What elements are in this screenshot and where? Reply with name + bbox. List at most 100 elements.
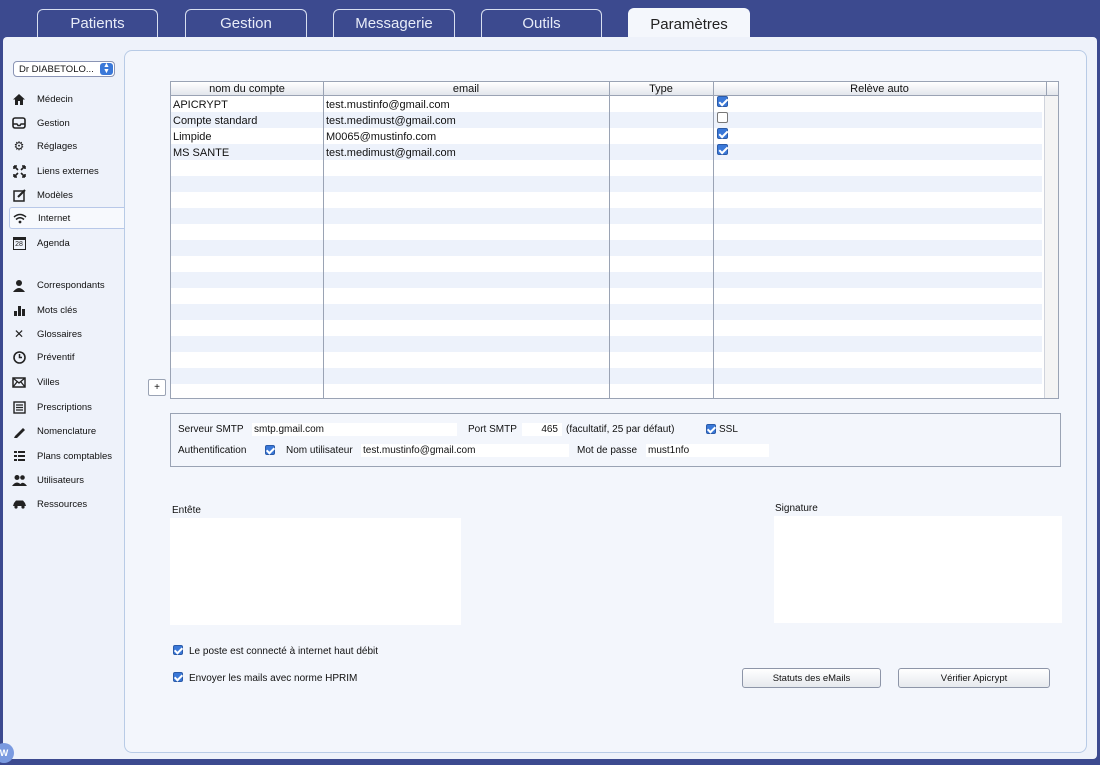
account-email: M0065@mustinfo.com [326, 131, 437, 143]
email-status-button[interactable]: Statuts des eMails [742, 668, 881, 688]
ssl-label: SSL [719, 424, 738, 435]
tab-outils[interactable]: Outils [481, 9, 602, 37]
gear-icon: ⚙ [13, 139, 25, 153]
column-header-email[interactable]: email [323, 82, 609, 96]
empty-row [171, 224, 1042, 240]
empty-row [171, 256, 1042, 272]
table-row[interactable] [171, 128, 1042, 144]
column-divider [713, 82, 714, 398]
entete-label: Entête [172, 505, 201, 516]
auto-checkbox[interactable] [717, 128, 728, 139]
app-badge-icon[interactable]: W [0, 743, 14, 763]
car-icon [11, 496, 27, 512]
users-icon [11, 472, 27, 488]
column-header-releve-auto[interactable]: Relève auto [713, 82, 1046, 96]
person-icon [11, 277, 27, 293]
auth-checkbox[interactable] [265, 445, 275, 455]
password-field[interactable]: must1nfo [646, 444, 769, 457]
auto-checkbox[interactable] [717, 112, 728, 123]
sidebar-item-glossaires[interactable]: ✕ Glossaires [11, 323, 127, 345]
account-name: Limpide [173, 131, 212, 143]
sidebar-item-nomenclature[interactable]: Nomenclature [11, 420, 127, 442]
sidebar-item-villes[interactable]: Villes [11, 371, 127, 393]
sidebar-item-label: Modèles [37, 189, 73, 201]
smtp-settings-box: Serveur SMTP smtp.gmail.com Port SMTP 46… [170, 413, 1061, 467]
hprim-label: Envoyer les mails avec norme HPRIM [189, 673, 358, 684]
smtp-port-label: Port SMTP [468, 424, 517, 435]
empty-row [171, 192, 1042, 208]
tab-gestion[interactable]: Gestion [185, 9, 307, 37]
calendar-day: 28 [12, 236, 26, 250]
smtp-port-hint: (facultatif, 25 par défaut) [566, 424, 675, 435]
account-name: Compte standard [173, 115, 258, 127]
empty-row [171, 176, 1042, 192]
doctor-select[interactable]: Dr DIABETOLO... ▲ ▼ [13, 61, 115, 77]
sidebar-item-gestion[interactable]: Gestion [11, 112, 127, 134]
empty-row [171, 272, 1042, 288]
mail-icon [11, 374, 27, 390]
bar-chart-icon [11, 302, 27, 318]
account-name: MS SANTE [173, 147, 230, 159]
smtp-server-field[interactable]: smtp.gmail.com [252, 423, 457, 436]
sidebar-item-plans-comptables[interactable]: Plans comptables [11, 445, 127, 467]
empty-row [171, 368, 1042, 384]
empty-row [171, 160, 1042, 176]
tab-patients[interactable]: Patients [37, 9, 158, 37]
broadband-checkbox[interactable] [173, 645, 183, 655]
entete-textarea[interactable] [170, 518, 461, 625]
sidebar-item-liens-externes[interactable]: Liens externes [11, 160, 127, 182]
sidebar-item-utilisateurs[interactable]: Utilisateurs [11, 469, 127, 491]
tab-parametres[interactable]: Paramètres [628, 8, 750, 40]
sidebar-item-ressources[interactable]: Ressources [11, 493, 127, 515]
add-account-button[interactable]: + [148, 379, 166, 396]
table-scrollbar[interactable] [1044, 96, 1058, 398]
select-arrows-icon: ▲ ▼ [100, 62, 113, 75]
sidebar-item-label: Internet [38, 212, 71, 224]
sidebar-item-mots-cles[interactable]: Mots clés [11, 299, 127, 321]
empty-row [171, 304, 1042, 320]
sidebar-item-label: Glossaires [37, 328, 82, 340]
smtp-port-field[interactable]: 465 [522, 423, 562, 436]
main-tab-bar: Patients Gestion Messagerie Outils Param… [0, 0, 1100, 40]
sidebar-item-preventif[interactable]: Préventif [11, 346, 127, 368]
hprim-checkbox[interactable] [173, 672, 183, 682]
column-header-type[interactable]: Type [609, 82, 713, 96]
accounts-table: nom du compte email Type Relève auto API… [170, 81, 1059, 399]
sidebar-item-medecin[interactable]: Médecin [11, 88, 127, 110]
smtp-server-label: Serveur SMTP [178, 424, 244, 435]
signature-textarea[interactable] [774, 516, 1062, 623]
sidebar-item-label: Liens externes [37, 165, 99, 177]
sidebar-item-correspondants[interactable]: Correspondants [11, 274, 127, 296]
auto-checkbox[interactable] [717, 144, 728, 155]
tab-messagerie[interactable]: Messagerie [333, 9, 455, 37]
internet-settings-panel: nom du compte email Type Relève auto API… [124, 50, 1087, 753]
sidebar-item-label: Utilisateurs [37, 474, 84, 486]
sidebar-item-label: Villes [37, 376, 60, 388]
sidebar-item-prescriptions[interactable]: Prescriptions [11, 396, 127, 418]
verify-apicrypt-button[interactable]: Vérifier Apicrypt [898, 668, 1050, 688]
empty-row [171, 288, 1042, 304]
sidebar-item-internet[interactable]: Internet [9, 207, 127, 229]
clock-icon [11, 349, 27, 365]
empty-row [171, 208, 1042, 224]
username-label: Nom utilisateur [286, 445, 353, 456]
sidebar-item-modeles[interactable]: Modèles [11, 184, 127, 206]
sidebar-item-label: Plans comptables [37, 450, 112, 462]
app-frame: Dr DIABETOLO... ▲ ▼ Médecin Gestion ⚙ Régl… [3, 37, 1097, 759]
column-header-nom[interactable]: nom du compte [171, 82, 323, 96]
table-row[interactable] [171, 96, 1042, 112]
doctor-select-value: Dr DIABETOLO... [19, 63, 94, 75]
auth-label: Authentification [178, 445, 247, 456]
ssl-checkbox[interactable] [706, 424, 716, 434]
username-field[interactable]: test.mustinfo@gmail.com [361, 444, 569, 457]
tray-icon [11, 115, 27, 131]
column-divider [323, 82, 324, 398]
sidebar-item-reglages[interactable]: ⚙ Réglages [11, 135, 127, 157]
table-row[interactable] [171, 144, 1042, 160]
sidebar-item-label: Médecin [37, 93, 73, 105]
pen-icon [11, 423, 27, 439]
sidebar-item-agenda[interactable]: 28 Agenda [11, 232, 127, 254]
auto-checkbox[interactable] [717, 96, 728, 107]
table-row[interactable] [171, 112, 1042, 128]
account-email: test.medimust@gmail.com [326, 115, 456, 127]
